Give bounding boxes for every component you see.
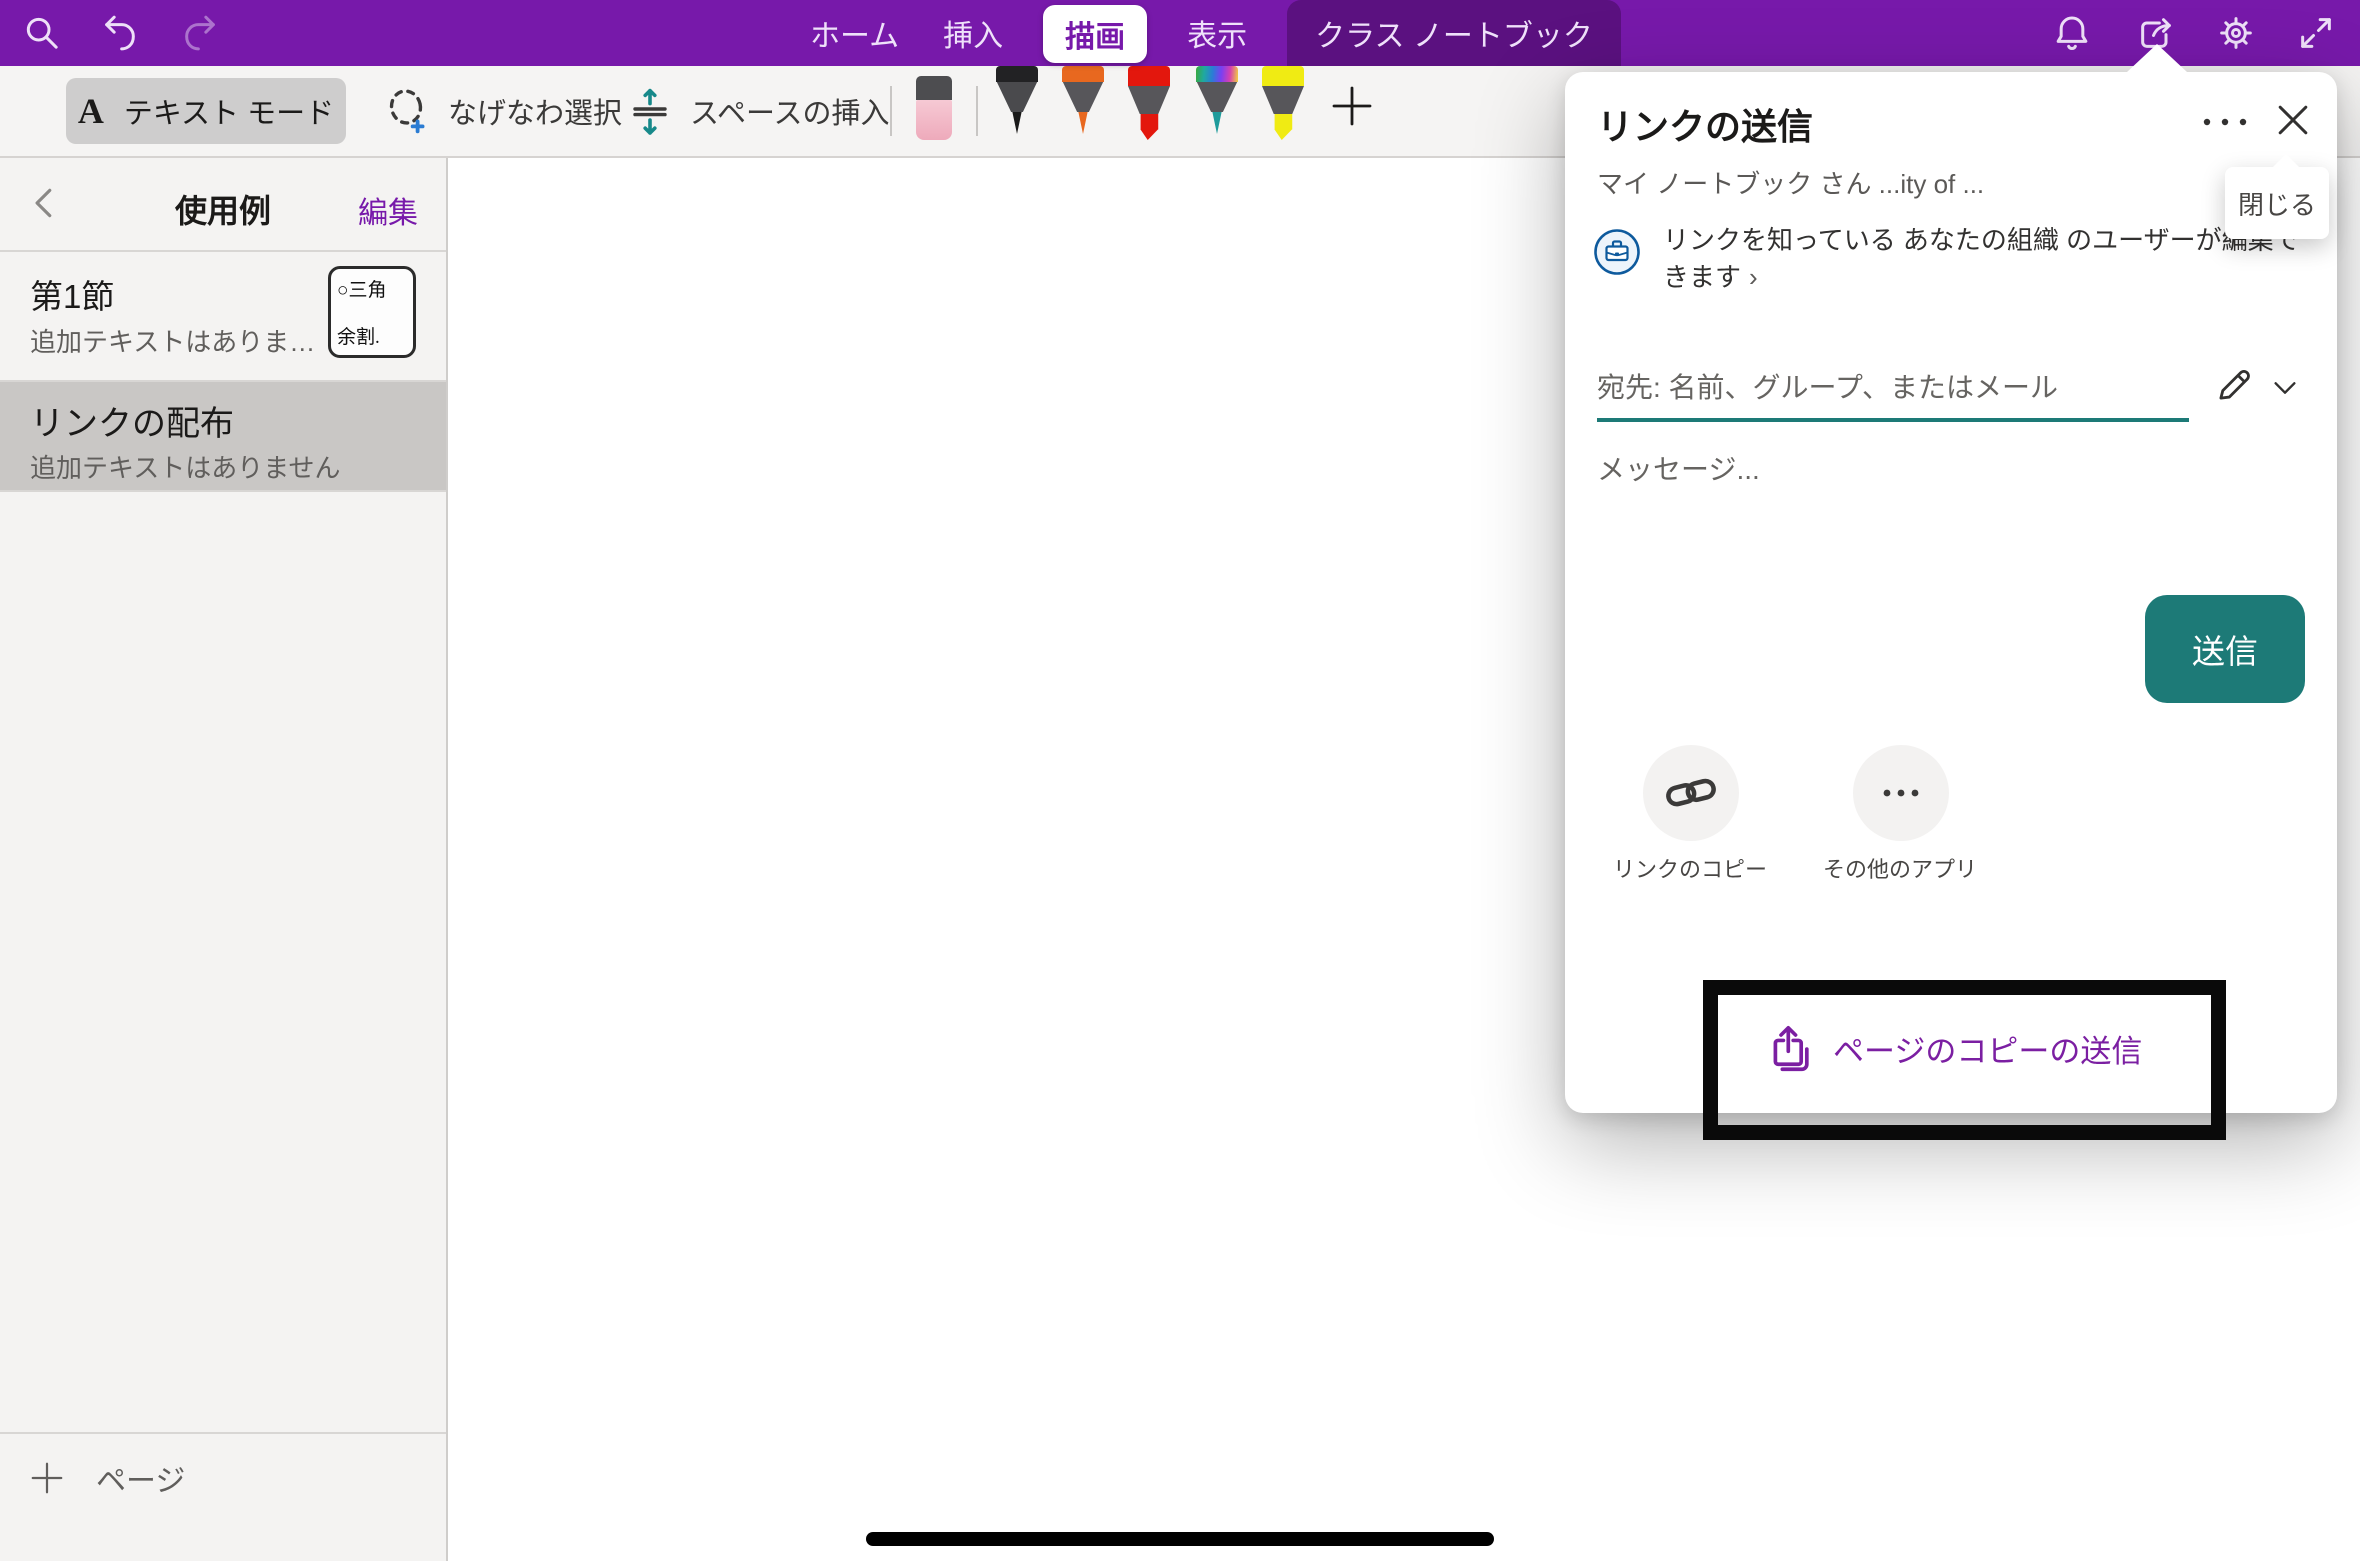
- pen-cap: [1196, 66, 1238, 82]
- home-indicator-bar[interactable]: [866, 1532, 1494, 1546]
- page-title: リンクの配布: [30, 396, 234, 445]
- permission-text: リンクを知っている あなたの組織 のユーザーが編集できます›: [1663, 222, 2311, 296]
- chain-link-icon: [1665, 767, 1717, 819]
- divider: [0, 490, 446, 492]
- undo-icon[interactable]: [100, 13, 140, 53]
- add-pen-plus-icon[interactable]: [1328, 82, 1376, 130]
- pen-cap: [996, 66, 1038, 82]
- recipient-input[interactable]: [1597, 358, 2189, 422]
- black-pen-tool[interactable]: [996, 66, 1038, 136]
- pen-tip: [1196, 112, 1238, 134]
- toolbar-divider: [890, 86, 892, 136]
- settings-gear-icon[interactable]: [2216, 13, 2256, 53]
- pen-tip: [1062, 112, 1104, 134]
- pen-cone: [1128, 86, 1170, 114]
- pen-cone: [996, 82, 1038, 112]
- lasso-label: なげなわ選択: [448, 90, 622, 132]
- tab-class-notebook[interactable]: クラス ノートブック: [1287, 0, 1621, 66]
- redo-icon[interactable]: [180, 13, 220, 53]
- send-page-copy-label: ページのコピーの送信: [1833, 1026, 2142, 1071]
- ellipsis-icon: [1875, 767, 1927, 819]
- search-icon[interactable]: [22, 13, 62, 53]
- link-permission-button[interactable]: リンクを知っている あなたの組織 のユーザーが編集できます›: [1593, 222, 2311, 296]
- tab-draw[interactable]: 描画: [1043, 5, 1147, 63]
- pen-cap: [1062, 66, 1104, 82]
- pen-cone: [1062, 82, 1104, 112]
- page-thumbnail: ○三角 余割.: [328, 266, 416, 358]
- dialog-close-icon[interactable]: [2271, 98, 2315, 142]
- copy-link-button[interactable]: [1643, 745, 1739, 841]
- sidebar-header: 使用例 編集: [0, 158, 446, 250]
- briefcase-icon: [1593, 228, 1641, 276]
- page-list-sidebar: 使用例 編集 第1節 追加テキストはありま… ○三角 余割. リンクの配布 追加…: [0, 158, 448, 1561]
- text-mode-button[interactable]: A テキスト モード: [66, 78, 346, 144]
- pen-cone: [1196, 82, 1238, 112]
- red-highlighter-tool[interactable]: [1128, 66, 1170, 136]
- add-page-label: ページ: [96, 1456, 185, 1500]
- expand-fullscreen-icon[interactable]: [2296, 13, 2336, 53]
- insert-space-label: スペースの挿入: [690, 90, 890, 132]
- page-title: 第1節: [30, 270, 114, 318]
- tab-home[interactable]: ホーム: [806, 0, 903, 66]
- page-list-item-selected[interactable]: リンクの配布 追加テキストはありません: [0, 382, 446, 490]
- pen-cap: [1128, 66, 1170, 86]
- pencil-icon[interactable]: [2213, 364, 2255, 406]
- dialog-subtitle: マイ ノートブック さん ...ity of ...: [1597, 164, 2297, 201]
- eraser-cap: [916, 76, 952, 100]
- pen-cap: [1262, 66, 1304, 86]
- plus-icon: [28, 1459, 66, 1497]
- orange-pen-tool[interactable]: [1062, 66, 1104, 136]
- add-page-button[interactable]: ページ: [28, 1456, 185, 1500]
- dialog-more-options-icon[interactable]: [2197, 102, 2253, 142]
- chevron-right-icon: ›: [1749, 262, 1758, 292]
- ribbon-tabs: ホーム 挿入 描画 表示 クラス ノートブック: [806, 0, 1621, 66]
- more-apps-label: その他のアプリ: [1790, 852, 2010, 884]
- thumbnail-handwriting: 余割.: [337, 322, 407, 349]
- message-input[interactable]: [1597, 448, 2301, 568]
- chevron-down-icon[interactable]: [2269, 372, 2301, 404]
- more-apps-button[interactable]: [1853, 745, 1949, 841]
- page-subtitle: 追加テキストはありません: [30, 448, 340, 485]
- dialog-title: リンクの送信: [1597, 98, 1813, 150]
- page-subtitle: 追加テキストはありま…: [30, 322, 315, 359]
- send-link-dialog: リンクの送信 マイ ノートブック さん ...ity of ... リンクを知っ…: [1565, 72, 2337, 1113]
- lasso-select-button[interactable]: なげなわ選択: [384, 78, 622, 144]
- toolbar-divider: [976, 86, 978, 136]
- onenote-screen: ホーム 挿入 描画 表示 クラス ノートブック A テキスト モード: [0, 0, 2360, 1561]
- galaxy-pen-tool[interactable]: [1196, 66, 1238, 136]
- dialog-callout-arrow: [2127, 44, 2187, 72]
- close-tooltip-label: 閉じる: [2238, 185, 2316, 222]
- pen-cone: [1262, 86, 1304, 114]
- lasso-icon: [384, 87, 432, 135]
- send-copy-icon: [1765, 1022, 1817, 1074]
- pen-tip: [1262, 114, 1304, 140]
- eraser-tool[interactable]: [916, 76, 952, 140]
- eraser-body: [916, 100, 952, 140]
- text-mode-label: テキスト モード: [124, 90, 334, 132]
- notifications-bell-icon[interactable]: [2052, 13, 2092, 53]
- pen-tip: [996, 112, 1038, 134]
- top-app-bar: ホーム 挿入 描画 表示 クラス ノートブック: [0, 0, 2360, 66]
- yellow-highlighter-tool[interactable]: [1262, 66, 1304, 136]
- sidebar-footer: ページ: [0, 1432, 446, 1561]
- page-list-item[interactable]: 第1節 追加テキストはありま… ○三角 余割.: [0, 252, 446, 380]
- thumbnail-handwriting: ○三角: [337, 275, 407, 302]
- edit-button[interactable]: 編集: [358, 188, 418, 232]
- text-mode-a-icon: A: [78, 90, 104, 132]
- tab-insert[interactable]: 挿入: [939, 0, 1007, 66]
- pen-tip: [1128, 114, 1170, 140]
- send-page-copy-button[interactable]: ページのコピーの送信: [1765, 1022, 2142, 1074]
- send-button[interactable]: 送信: [2145, 595, 2305, 703]
- copy-link-label: リンクのコピー: [1580, 852, 1800, 884]
- insert-space-icon: [626, 87, 674, 135]
- insert-space-button[interactable]: スペースの挿入: [626, 78, 890, 144]
- close-tooltip: 閉じる: [2225, 167, 2329, 239]
- tab-view[interactable]: 表示: [1183, 0, 1251, 66]
